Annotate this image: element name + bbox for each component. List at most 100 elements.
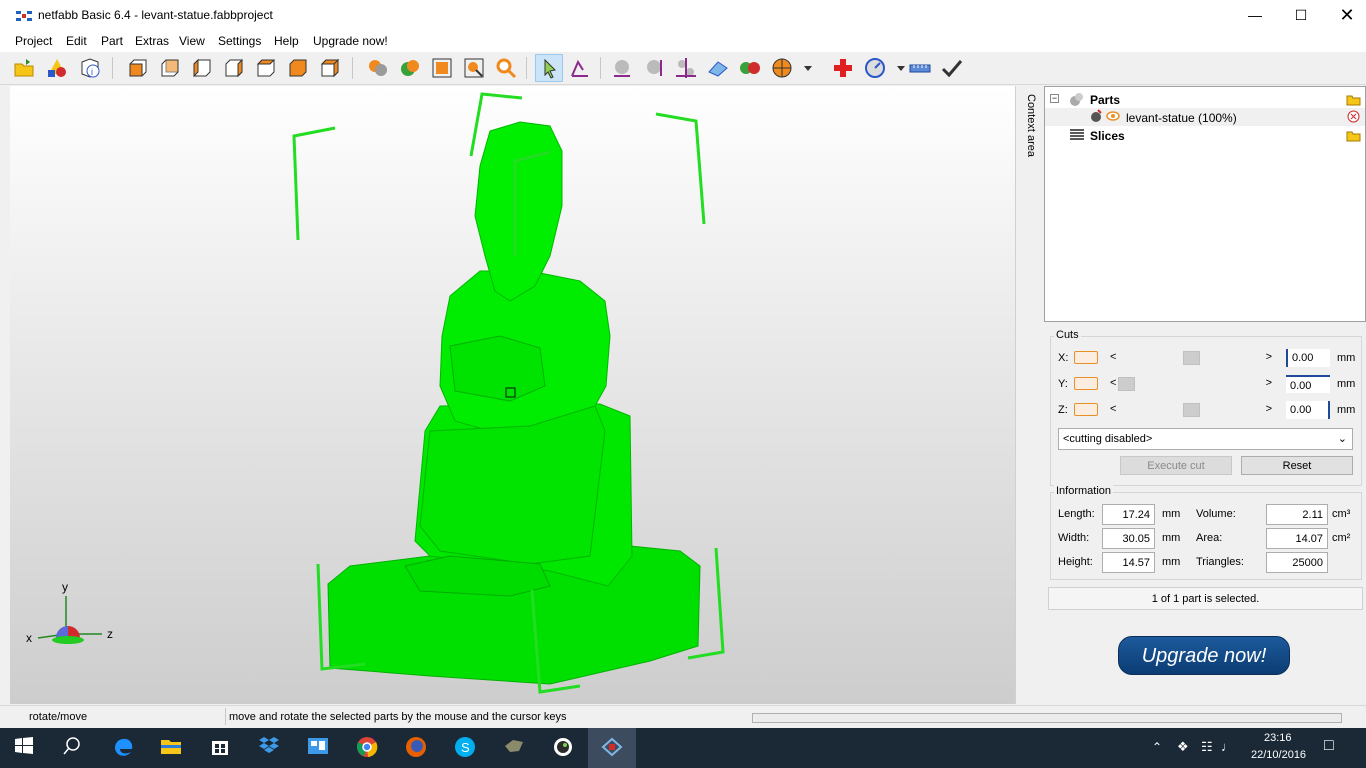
tray-chevron-icon[interactable]: ⌃ [1152, 740, 1162, 754]
svg-text:i: i [91, 67, 93, 77]
rotate-move-icon[interactable] [568, 56, 592, 80]
axes-widget [37, 596, 102, 644]
menu-project[interactable]: Project [15, 34, 52, 48]
menu-help[interactable]: Help [274, 34, 299, 48]
boolean-icon[interactable] [366, 56, 390, 80]
statue-model[interactable] [10, 86, 1015, 704]
firefox-icon[interactable] [392, 728, 440, 768]
zoom-icon[interactable] [494, 56, 518, 80]
app-icon[interactable] [490, 728, 538, 768]
repair-cross-icon[interactable] [831, 56, 855, 80]
chevron-left-icon[interactable]: < [1110, 351, 1116, 363]
chevron-down-icon[interactable] [796, 56, 812, 80]
menu-extras[interactable]: Extras [135, 34, 169, 48]
clock-time[interactable]: 23:16 [1264, 732, 1292, 744]
zoom-selection-icon[interactable] [462, 56, 486, 80]
3d-viewport[interactable]: y x z [10, 86, 1015, 704]
eye-icon[interactable] [1106, 110, 1120, 122]
cut-x-value[interactable]: 0.00 [1286, 349, 1330, 367]
chevron-right-icon[interactable]: > [1266, 377, 1272, 389]
cut-x-slider-thumb[interactable] [1182, 351, 1200, 365]
chevron-right-icon[interactable]: > [1266, 351, 1272, 363]
collapse-icon[interactable]: − [1050, 94, 1059, 103]
view-right-icon[interactable] [222, 56, 246, 80]
spheres-icon[interactable] [643, 56, 667, 80]
file-explorer-icon[interactable] [147, 728, 195, 768]
view-front-icon[interactable] [126, 56, 150, 80]
dropbox-icon[interactable] [245, 728, 293, 768]
left-edge [0, 86, 10, 704]
context-area-tab[interactable]: Context area [1021, 86, 1043, 704]
notifications-icon[interactable]: □ [1324, 737, 1334, 755]
folder-open-icon[interactable] [1346, 128, 1361, 142]
search-icon[interactable] [48, 728, 96, 768]
cut-y-value[interactable]: 0.00 [1286, 375, 1330, 393]
sphere-icon[interactable] [610, 56, 634, 80]
tree-item-part[interactable]: levant-statue (100%) [1045, 108, 1365, 126]
app2-icon[interactable] [539, 728, 587, 768]
network-icon[interactable]: ☷ [1201, 739, 1213, 755]
cut-z-toggle[interactable] [1074, 403, 1098, 416]
texture-icon[interactable] [398, 56, 422, 80]
color-balls-icon[interactable] [738, 56, 762, 80]
pie-icon[interactable] [770, 56, 794, 80]
chrome-icon[interactable] [343, 728, 391, 768]
axes-icon[interactable] [674, 56, 698, 80]
photos-icon[interactable] [294, 728, 342, 768]
upgrade-now-button[interactable]: Upgrade now! [1118, 636, 1290, 675]
edge-icon[interactable] [99, 728, 147, 768]
maximize-button[interactable]: ☐ [1278, 0, 1324, 32]
start-icon[interactable] [0, 728, 48, 768]
ruler-icon[interactable] [908, 56, 932, 80]
volume-icon[interactable]: ♩ [1221, 739, 1234, 754]
cut-y-toggle[interactable] [1074, 377, 1098, 390]
menu-part[interactable]: Part [101, 34, 123, 48]
cut-z-value[interactable]: 0.00 [1286, 401, 1330, 419]
chevron-left-icon[interactable]: < [1110, 403, 1116, 415]
store-icon[interactable] [196, 728, 244, 768]
netfabb-icon[interactable] [588, 728, 636, 768]
tree-item-parts[interactable]: − Parts [1045, 90, 1365, 108]
skype-icon[interactable]: S [441, 728, 489, 768]
part-name: levant-statue (100%) [1126, 111, 1237, 125]
measure-dial-icon[interactable] [863, 56, 887, 80]
chevron-down-icon[interactable] [889, 56, 905, 80]
chevron-right-icon[interactable]: > [1266, 403, 1272, 415]
open-project-icon[interactable] [12, 56, 36, 80]
cut-x-slider[interactable]: < > [1110, 351, 1272, 365]
remove-part-icon[interactable] [1347, 110, 1360, 123]
view-back-icon[interactable] [158, 56, 182, 80]
view-bottom-icon[interactable] [286, 56, 310, 80]
cut-x-toggle[interactable] [1074, 351, 1098, 364]
landscape-icon[interactable] [706, 56, 730, 80]
select-arrow-icon[interactable] [535, 54, 563, 82]
add-part-icon[interactable] [45, 56, 69, 80]
chevron-left-icon[interactable]: < [1110, 377, 1116, 389]
cut-z-slider[interactable]: < > [1110, 403, 1272, 417]
zoom-fit-icon[interactable] [430, 56, 454, 80]
view-left-icon[interactable] [190, 56, 214, 80]
volume-value: 2.11 [1266, 504, 1328, 525]
minimize-button[interactable]: — [1232, 0, 1278, 32]
close-button[interactable]: ✕ [1324, 0, 1366, 32]
chevron-down-icon[interactable]: ⌄ [1338, 432, 1347, 445]
cut-z-slider-thumb[interactable] [1182, 403, 1200, 417]
axis-z-label: z [107, 627, 113, 641]
reset-button[interactable]: Reset [1241, 456, 1353, 475]
part-info-icon[interactable]: i [78, 56, 102, 80]
cut-y-slider-thumb[interactable] [1118, 377, 1135, 391]
clock-date[interactable]: 22/10/2016 [1251, 749, 1306, 761]
cut-mode-select[interactable]: <cutting disabled> ⌄ [1058, 428, 1353, 450]
folder-open-icon[interactable] [1346, 92, 1361, 106]
menu-view[interactable]: View [179, 34, 205, 48]
menu-upgrade-now[interactable]: Upgrade now! [313, 34, 388, 48]
menu-settings[interactable]: Settings [218, 34, 261, 48]
checkmark-icon[interactable] [940, 56, 964, 80]
cut-y-slider[interactable]: < > [1110, 377, 1272, 391]
tree-item-slices[interactable]: Slices [1045, 126, 1365, 144]
view-iso-icon[interactable] [318, 56, 342, 80]
view-top-icon[interactable] [254, 56, 278, 80]
menu-edit[interactable]: Edit [66, 34, 87, 48]
dropbox-tray-icon[interactable]: ❖ [1177, 739, 1189, 755]
execute-cut-button[interactable]: Execute cut [1120, 456, 1232, 475]
